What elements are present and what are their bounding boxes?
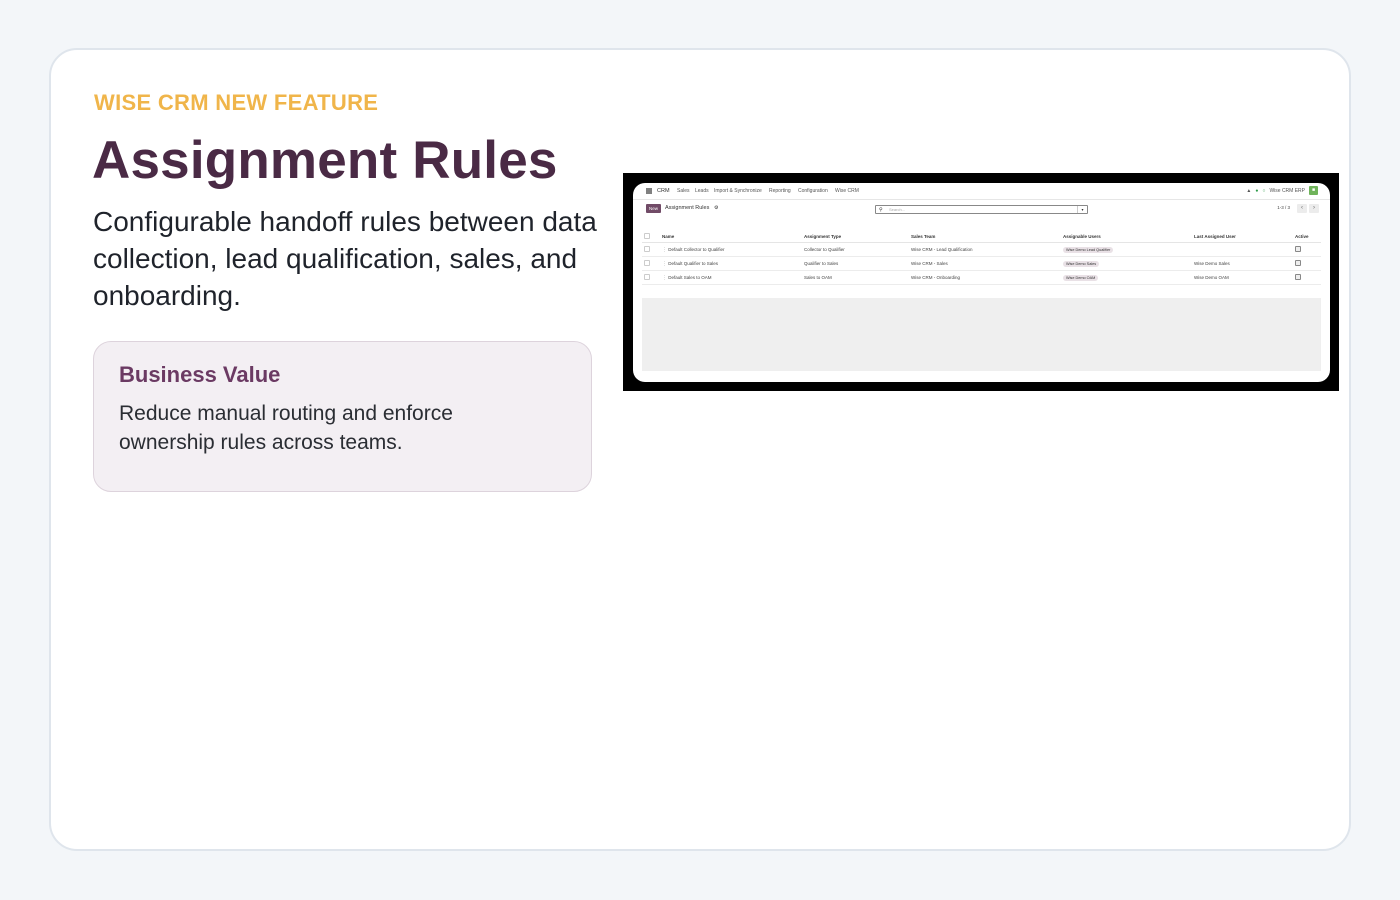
pager-value[interactable]: 1-3 / 3 [1277, 205, 1290, 210]
feature-card: WISE CRM NEW FEATURE Assignment Rules Co… [49, 48, 1351, 851]
gear-icon[interactable]: ⚙ [714, 205, 718, 211]
column-header-assignment-type[interactable]: Assignment Type [802, 230, 909, 243]
column-header-last-assigned-user[interactable]: Last Assigned User [1192, 230, 1293, 243]
pager-prev-button[interactable]: ‹ [1297, 204, 1307, 213]
row-last-user-cell[interactable]: Wise Demo OAM [1192, 270, 1293, 285]
row-team-cell[interactable]: Wise CRM - Onboarding [909, 270, 1061, 285]
row-active-checkbox[interactable] [1293, 256, 1321, 271]
row-checkbox[interactable] [642, 256, 660, 271]
feature-title: Assignment Rules [92, 131, 558, 190]
clock-icon[interactable]: ○ [1262, 188, 1265, 194]
pager-next-button[interactable]: › [1309, 204, 1319, 213]
search-placeholder: Search... [889, 207, 906, 212]
crm-app-window: CRM Sales Leads Import & Synchronize Rep… [633, 183, 1330, 382]
business-value-box: Business Value Reduce manual routing and… [93, 341, 592, 492]
chat-icon[interactable]: ● [1255, 188, 1258, 194]
search-icon: ⚲ [879, 207, 883, 213]
row-active-checkbox[interactable] [1293, 270, 1321, 285]
row-team-cell[interactable]: Wise CRM - Sales [909, 256, 1061, 271]
row-users-cell[interactable]: Wise Demo OAM [1061, 270, 1192, 285]
table-row[interactable]: ⋮ Default Qualifier to Sales Qualifier t… [642, 256, 1321, 271]
row-last-user-cell[interactable]: Wise Demo Sales [1192, 256, 1293, 271]
apps-grid-icon[interactable] [646, 188, 652, 194]
row-type-cell[interactable]: Qualifier to Sales [802, 256, 909, 271]
table-row[interactable]: ⋮ Default Sales to OAM Sales to OAM Wise… [642, 270, 1321, 285]
drag-handle-icon[interactable]: ⋮ [662, 247, 667, 253]
nav-import-synchronize[interactable]: Import & Synchronize [714, 188, 762, 194]
row-checkbox[interactable] [642, 270, 660, 285]
column-header-name[interactable]: Name [660, 230, 802, 243]
user-avatar[interactable]: ■ [1309, 186, 1318, 195]
column-header-assignable-users[interactable]: Assignable Users [1061, 230, 1192, 243]
nav-configuration[interactable]: Configuration [798, 188, 828, 194]
row-team-cell[interactable]: Wise CRM - Lead Qualification [909, 242, 1061, 257]
row-last-user-cell[interactable] [1192, 242, 1293, 257]
column-header-active[interactable]: Active [1293, 230, 1321, 243]
nav-reporting[interactable]: Reporting [769, 188, 791, 194]
user-tag: Wise Demo OAM [1063, 274, 1099, 281]
bell-icon[interactable]: ▲ [1246, 188, 1251, 194]
select-all-checkbox[interactable] [642, 230, 660, 243]
nav-wise-crm[interactable]: Wise CRM [835, 188, 859, 194]
table-header-row: Name Assignment Type Sales Team Assignab… [642, 230, 1321, 243]
nav-sales[interactable]: Sales [677, 188, 690, 194]
search-dropdown-toggle[interactable]: ▾ [1077, 206, 1087, 213]
row-users-cell[interactable]: Wise Demo Lead Qualifier [1061, 242, 1192, 257]
drag-handle-icon[interactable]: ⋮ [662, 275, 667, 281]
row-type-cell[interactable]: Sales to OAM [802, 270, 909, 285]
list-empty-area [642, 298, 1321, 371]
topbar-right-icons: ▲ ● ○ Wise CRM ERP ■ [1246, 186, 1318, 195]
business-value-title: Business Value [119, 362, 281, 387]
column-header-sales-team[interactable]: Sales Team [909, 230, 1061, 243]
nav-crm[interactable]: CRM [657, 188, 670, 194]
row-name-cell[interactable]: ⋮ Default Qualifier to Sales [660, 256, 802, 271]
feature-subtitle: Configurable handoff rules between data … [93, 206, 597, 311]
drag-handle-icon[interactable]: ⋮ [662, 261, 667, 267]
assignment-rules-table: Name Assignment Type Sales Team Assignab… [642, 230, 1321, 285]
control-panel: New Assignment Rules ⚙ ⚲ Search... ▾ 1-3… [633, 200, 1330, 217]
user-tag: Wise Demo Lead Qualifier [1063, 246, 1114, 253]
feature-eyebrow: WISE CRM NEW FEATURE [94, 90, 379, 115]
search-input[interactable]: ⚲ Search... ▾ [875, 205, 1088, 214]
row-active-checkbox[interactable] [1293, 242, 1321, 257]
app-topbar: CRM Sales Leads Import & Synchronize Rep… [633, 183, 1330, 200]
app-screenshot: CRM Sales Leads Import & Synchronize Rep… [623, 173, 1339, 391]
row-checkbox[interactable] [642, 242, 660, 257]
company-name[interactable]: Wise CRM ERP [1269, 188, 1305, 194]
table-row[interactable]: ⋮ Default Collector to Qualifier Collect… [642, 242, 1321, 257]
row-name-cell[interactable]: ⋮ Default Collector to Qualifier [660, 242, 802, 257]
business-value-text: Reduce manual routing and enforce owners… [119, 402, 453, 454]
row-type-cell[interactable]: Collector to Qualifier [802, 242, 909, 257]
breadcrumb: Assignment Rules [665, 205, 710, 211]
new-button[interactable]: New [646, 204, 662, 213]
row-users-cell[interactable]: Wise Demo Sales [1061, 256, 1192, 271]
user-tag: Wise Demo Sales [1063, 260, 1100, 267]
nav-leads[interactable]: Leads [695, 188, 709, 194]
row-name-cell[interactable]: ⋮ Default Sales to OAM [660, 270, 802, 285]
